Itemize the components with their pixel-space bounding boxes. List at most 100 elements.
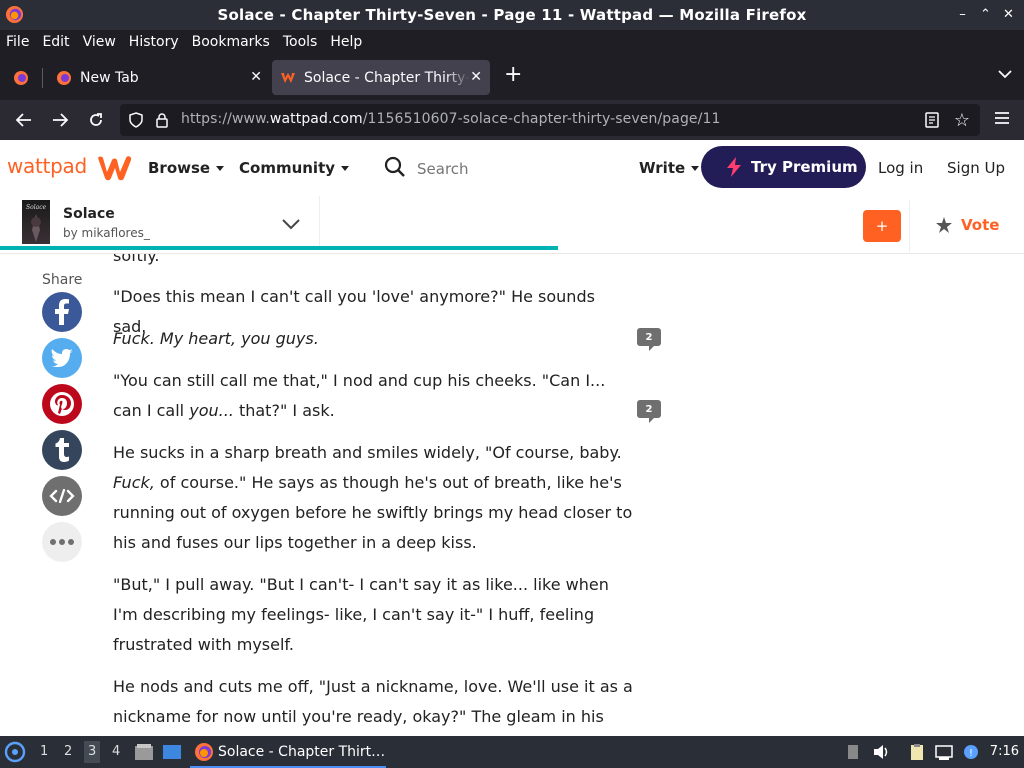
tumblr-share-icon[interactable] <box>42 430 82 470</box>
story-paragraph: "You can still call me that," I nod and … <box>113 371 606 420</box>
facebook-share-icon[interactable] <box>42 292 82 332</box>
comment-count: 2 <box>637 328 661 346</box>
vote-label: Vote <box>961 216 1000 234</box>
svg-text:!: ! <box>969 748 973 759</box>
firefox-logo-icon <box>195 743 213 761</box>
bookmark-star-icon[interactable]: ☆ <box>954 110 970 131</box>
story-cover-image[interactable]: Solace <box>22 200 50 244</box>
wattpad-tab-icon <box>281 72 295 83</box>
tab-label: New Tab <box>80 69 139 86</box>
browse-dropdown[interactable]: Browse <box>148 159 225 177</box>
tab-pinned[interactable] <box>3 60 39 95</box>
tracking-shield-icon[interactable] <box>128 112 144 128</box>
inline-comment-icon[interactable]: 2 <box>637 328 663 352</box>
url-bar[interactable]: https://www.wattpad.com/1156510607-solac… <box>120 104 980 136</box>
menu-view[interactable]: View <box>83 34 116 50</box>
clipboard-icon[interactable] <box>908 744 926 760</box>
story-paragraph: He sucks in a sharp breath and smiles wi… <box>113 443 633 552</box>
new-tab-plus-icon[interactable]: + <box>504 62 522 87</box>
pinterest-share-icon[interactable] <box>42 384 82 424</box>
clock: 7:16 <box>989 744 1019 759</box>
story-content: Share softly. "Does this mean I can't ca… <box>0 254 1024 736</box>
reload-icon[interactable] <box>84 108 108 132</box>
divider <box>319 196 320 246</box>
lock-icon[interactable] <box>154 112 170 128</box>
lightning-bolt-icon <box>727 157 741 177</box>
reading-progress-bar <box>0 246 559 250</box>
divider <box>909 200 910 252</box>
forward-arrow-icon[interactable] <box>48 108 72 132</box>
share-label: Share <box>42 272 83 288</box>
premium-label: Try Premium <box>751 158 858 176</box>
url-text[interactable]: https://www.wattpad.com/1156510607-solac… <box>181 111 720 127</box>
star-icon <box>936 217 952 233</box>
comment-count: 2 <box>637 400 661 418</box>
menu-bookmarks[interactable]: Bookmarks <box>192 34 270 50</box>
login-link[interactable]: Log in <box>878 159 923 177</box>
story-paragraph: He nods and cuts me off, "Just a nicknam… <box>113 677 633 726</box>
taskbar: 1 2 3 4 Solace - Chapter Thirt… ! 7:16 <box>0 736 1024 768</box>
navigation-toolbar: https://www.wattpad.com/1156510607-solac… <box>0 100 1024 140</box>
firefox-logo-icon <box>5 5 24 24</box>
add-to-library-button[interactable]: + <box>863 210 901 242</box>
search-input[interactable] <box>417 160 617 178</box>
close-tab-icon[interactable]: ✕ <box>250 69 262 85</box>
story-title[interactable]: Solace <box>63 206 115 222</box>
show-desktop-icon[interactable] <box>162 743 182 761</box>
volume-icon[interactable] <box>872 744 890 760</box>
inline-comment-icon[interactable]: 2 <box>637 400 663 424</box>
try-premium-button[interactable]: Try Premium <box>701 146 866 188</box>
workspace-2[interactable]: 2 <box>64 744 72 759</box>
workspace-1[interactable]: 1 <box>40 744 48 759</box>
maximize-button[interactable]: ⌃ <box>976 4 995 24</box>
taskbar-task-label: Solace - Chapter Thirt… <box>218 744 386 760</box>
tab-solace[interactable]: Solace - Chapter Thirty-Seven ✕ <box>272 60 490 95</box>
window-titlebar: Solace - Chapter Thirty-Seven - Page 11 … <box>0 0 1024 30</box>
list-all-tabs-chevron-icon[interactable] <box>998 68 1012 83</box>
window-controls: – ⌃ ✕ <box>953 4 1018 24</box>
vote-button[interactable]: Vote <box>936 216 999 234</box>
wattpad-logo-text[interactable]: wattpad <box>7 154 87 178</box>
tab-separator <box>42 68 43 88</box>
menu-tools[interactable]: Tools <box>283 34 318 50</box>
twitter-share-icon[interactable] <box>42 338 82 378</box>
start-menu-icon[interactable] <box>4 741 26 763</box>
network-icon[interactable] <box>935 744 953 760</box>
tab-new-tab[interactable]: New Tab ✕ <box>46 60 270 95</box>
notification-icon[interactable]: ! <box>962 744 980 760</box>
battery-icon[interactable] <box>844 744 862 760</box>
caret-down-icon <box>341 166 350 171</box>
file-manager-icon[interactable] <box>134 743 154 761</box>
embed-code-icon[interactable] <box>42 476 82 516</box>
reader-view-icon[interactable] <box>924 112 940 128</box>
signup-link[interactable]: Sign Up <box>947 159 1005 177</box>
story-paragraph: Fuck. My heart, you guys. <box>113 329 319 348</box>
wattpad-w-logo-icon[interactable] <box>96 154 134 182</box>
close-window-button[interactable]: ✕ <box>999 4 1018 24</box>
caret-down-icon <box>216 166 225 171</box>
firefox-tab-icon <box>57 70 71 85</box>
close-tab-icon[interactable]: ✕ <box>470 69 482 85</box>
chevron-down-icon[interactable] <box>282 218 300 230</box>
menu-history[interactable]: History <box>129 34 179 50</box>
search-icon[interactable] <box>384 156 406 178</box>
tab-label: Solace - Chapter Thirty-Seven <box>304 69 470 86</box>
workspace-4[interactable]: 4 <box>112 744 120 759</box>
svg-text:Solace: Solace <box>26 204 47 211</box>
story-paragraph: "But," I pull away. "But I can't- I can'… <box>113 575 609 654</box>
minimize-button[interactable]: – <box>953 4 972 24</box>
community-dropdown[interactable]: Community <box>239 159 350 177</box>
menu-help[interactable]: Help <box>330 34 362 50</box>
firefox-tab-icon <box>14 70 28 85</box>
more-options-icon[interactable] <box>42 522 82 562</box>
workspace-3[interactable]: 3 <box>84 741 101 763</box>
app-menu-hamburger-icon[interactable] <box>994 110 1010 126</box>
menu-file[interactable]: File <box>6 34 29 50</box>
write-dropdown[interactable]: Write <box>639 159 700 177</box>
caret-down-icon <box>691 166 700 171</box>
menu-edit[interactable]: Edit <box>42 34 69 50</box>
taskbar-firefox-window[interactable]: Solace - Chapter Thirt… <box>190 738 386 768</box>
story-author[interactable]: by mikaflores_ <box>63 226 150 240</box>
story-paragraph: softly. <box>113 254 160 265</box>
back-arrow-icon[interactable] <box>12 108 36 132</box>
